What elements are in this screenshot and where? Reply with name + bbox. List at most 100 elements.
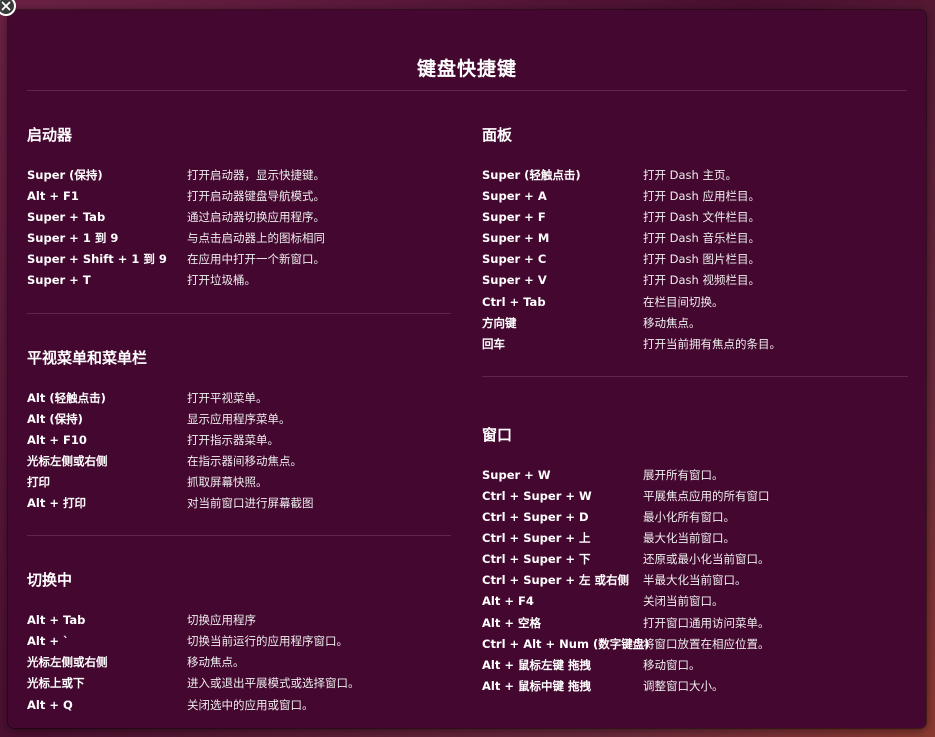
shortcut-key: 方向键: [482, 315, 517, 330]
shortcut-row: 打印 抓取屏幕快照。: [27, 472, 451, 493]
shortcut-key: Alt + F10: [27, 432, 87, 447]
shortcut-key: Alt + `: [27, 634, 69, 649]
shortcut-key: Ctrl + Super + 下: [482, 552, 591, 567]
shortcut-description: 打开 Dash 视频栏目。: [643, 273, 760, 288]
section-heading: 启动器: [27, 126, 73, 144]
shortcut-description: 显示应用程序菜单。: [187, 411, 291, 426]
shortcut-key: Super + A: [482, 189, 547, 204]
shortcut-description: 打开窗口通用访问菜单。: [643, 615, 770, 630]
shortcut-key: Ctrl + Super + W: [482, 488, 592, 503]
shortcut-description: 在指示器间移动焦点。: [187, 453, 302, 468]
shortcut-row: Alt (轻触点击) 打开平视菜单。: [27, 388, 451, 409]
shortcut-key: Super + 1 到 9: [27, 231, 119, 246]
shortcut-list: Super (保持) 打开启动器，显示快捷键。 Alt + F1 打开启动器键盘导航…: [27, 165, 451, 292]
shortcut-row: Ctrl + Super + 下 还原或最小化当前窗口。: [482, 549, 908, 570]
shortcut-description: 打开垃圾桶。: [187, 273, 256, 288]
shortcut-list: Alt (轻触点击) 打开平视菜单。 Alt (保持) 显示应用程序菜单。 Alt …: [27, 388, 451, 515]
shortcut-list: Alt + Tab 切换应用程序 Alt + ` 切换当前运行的应用程序窗口。 光标…: [27, 610, 451, 715]
shortcut-description: 展开所有窗口。: [643, 467, 724, 482]
shortcut-key: Alt + 空格: [482, 615, 541, 630]
section-launcher: 启动器 Super (保持) 打开启动器，显示快捷键。 Alt + F1 打开启动器…: [27, 91, 451, 292]
shortcut-description: 对当前窗口进行屏幕截图: [187, 496, 314, 511]
section-hud-menubar: 平视菜单和菜单栏 Alt (轻触点击) 打开平视菜单。 Alt (保持) 显示应用程…: [27, 314, 451, 515]
shortcut-key: Alt + Q: [27, 697, 73, 712]
right-column: 面板 Super (轻触点击) 打开 Dash 主页。 Super + A 打开 D…: [482, 91, 908, 697]
shortcut-description: 调整窗口大小。: [643, 678, 724, 693]
shortcut-row: Ctrl + Super + 左 或右侧 半最大化当前窗口。: [482, 570, 908, 591]
shortcut-key: Super + W: [482, 467, 551, 482]
shortcut-key: Super + M: [482, 231, 550, 246]
shortcut-row: Ctrl + Super + W 平展焦点应用的所有窗口: [482, 486, 908, 507]
shortcut-row: Super + M 打开 Dash 音乐栏目。: [482, 228, 908, 249]
section-heading: 平视菜单和菜单栏: [27, 348, 148, 367]
shortcut-description: 打开 Dash 图片栏目。: [643, 252, 760, 267]
shortcut-row: Super + C 打开 Dash 图片栏目。: [482, 249, 908, 270]
section-dash: 面板 Super (轻触点击) 打开 Dash 主页。 Super + A 打开 D…: [482, 91, 908, 355]
shortcut-description: 打开当前拥有焦点的条目。: [643, 336, 781, 351]
shortcut-row: Alt + Tab 切换应用程序: [27, 610, 451, 631]
shortcut-key: 打印: [27, 474, 50, 489]
shortcut-key: Super + T: [27, 273, 91, 288]
shortcut-description: 移动窗口。: [643, 657, 701, 672]
section-heading: 切换中: [27, 571, 73, 590]
shortcut-description: 打开 Dash 主页。: [643, 168, 737, 182]
shortcut-row: 光标上或下 进入或退出平展模式或选择窗口。: [27, 673, 451, 694]
shortcut-row: Alt + F1 打开启动器键盘导航模式。: [27, 186, 451, 207]
section-heading: 窗口: [482, 425, 513, 444]
shortcut-key: Super (保持): [27, 168, 103, 182]
shortcut-description: 关闭当前窗口。: [643, 594, 724, 609]
shortcut-key: Super (轻触点击): [482, 168, 581, 182]
shortcut-key: Super + V: [482, 273, 547, 288]
shortcut-row: Super + V 打开 Dash 视频栏目。: [482, 270, 908, 291]
shortcut-key: Super + C: [482, 252, 547, 267]
shortcut-description: 在应用中打开一个新窗口。: [187, 252, 325, 267]
shortcut-description: 抓取屏幕快照。: [187, 474, 268, 489]
shortcut-description: 打开 Dash 应用栏目。: [643, 189, 760, 204]
shortcut-row: 光标左侧或右侧 移动焦点。: [27, 652, 451, 673]
shortcut-row: Super + Shift + 1 到 9 在应用中打开一个新窗口。: [27, 249, 451, 270]
shortcut-description: 半最大化当前窗口。: [643, 573, 747, 588]
shortcut-row: Ctrl + Super + D 最小化所有窗口。: [482, 507, 908, 528]
shortcut-row: Ctrl + Tab 在栏目间切换。: [482, 292, 908, 313]
shortcut-list: Super + W 展开所有窗口。 Ctrl + Super + W 平展焦点应用的…: [482, 465, 908, 697]
shortcut-description: 切换应用程序: [187, 613, 256, 628]
shortcut-description: 移动焦点。: [187, 655, 245, 670]
shortcut-row: Alt + Q 关闭选中的应用或窗口。: [27, 695, 451, 716]
shortcut-key: Alt (保持): [27, 411, 83, 426]
shortcut-description: 打开 Dash 文件栏目。: [643, 210, 760, 225]
shortcut-row: Super + 1 到 9 与点击启动器上的图标相同: [27, 228, 451, 249]
shortcut-row: Super + T 打开垃圾桶。: [27, 270, 451, 291]
shortcut-key: Alt + 鼠标左键 拖拽: [482, 657, 591, 672]
shortcut-key: Super + Tab: [27, 210, 106, 225]
shortcut-row: Alt + 鼠标左键 拖拽 移动窗口。: [482, 655, 908, 676]
shortcut-key: Super + Shift + 1 到 9: [27, 252, 167, 267]
shortcut-key: Super + F: [482, 210, 546, 225]
shortcut-row: Super + W 展开所有窗口。: [482, 465, 908, 486]
shortcut-description: 最小化所有窗口。: [643, 510, 735, 525]
shortcut-description: 进入或退出平展模式或选择窗口。: [187, 676, 360, 691]
shortcut-key: Alt + 鼠标中键 拖拽: [482, 678, 591, 693]
shortcut-description: 与点击启动器上的图标相同: [187, 231, 325, 246]
section-heading: 面板: [482, 126, 513, 144]
shortcut-key: 光标左侧或右侧: [27, 453, 108, 468]
shortcut-row: Super (保持) 打开启动器，显示快捷键。: [27, 165, 451, 186]
shortcut-row: Super + F 打开 Dash 文件栏目。: [482, 207, 908, 228]
shortcut-row: Alt + F10 打开指示器菜单。: [27, 430, 451, 451]
shortcut-description: 还原或最小化当前窗口。: [643, 552, 770, 567]
section-windows: 窗口 Super + W 展开所有窗口。 Ctrl + Super + W 平展焦点…: [482, 377, 908, 697]
overlay-title: 键盘快捷键: [416, 58, 517, 80]
shortcut-row: Super + Tab 通过启动器切换应用程序。: [27, 207, 451, 228]
shortcut-description: 将窗口放置在相应位置。: [643, 636, 770, 651]
shortcut-description: 切换当前运行的应用程序窗口。: [187, 634, 348, 649]
shortcut-key: 光标左侧或右侧: [27, 655, 108, 670]
shortcut-description: 打开平视菜单。: [187, 390, 268, 405]
shortcut-row: Alt + ` 切换当前运行的应用程序窗口。: [27, 631, 451, 652]
shortcut-row: 光标左侧或右侧 在指示器间移动焦点。: [27, 451, 451, 472]
shortcut-key: Alt + F1: [27, 189, 79, 204]
shortcut-key: Ctrl + Super + 上: [482, 531, 591, 546]
section-switching: 切换中 Alt + Tab 切换应用程序 Alt + ` 切换当前运行的应用程序窗口…: [27, 536, 451, 715]
shortcut-key: Alt + F4: [482, 594, 534, 609]
shortcut-key: Ctrl + Tab: [482, 294, 546, 309]
shortcut-row: Ctrl + Super + 上 最大化当前窗口。: [482, 528, 908, 549]
shortcut-description: 打开启动器键盘导航模式。: [187, 189, 325, 204]
